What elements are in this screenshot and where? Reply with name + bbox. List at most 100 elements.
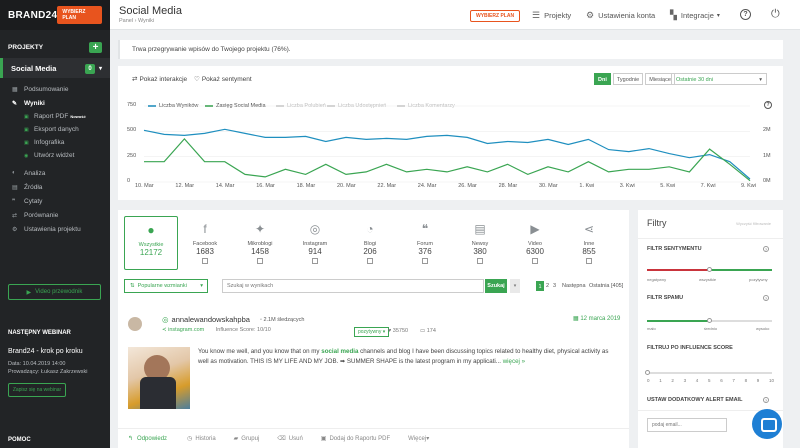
- folder-icon: ▰: [233, 436, 239, 442]
- nav-project-settings[interactable]: ⚙ Ustawienia projektu: [0, 222, 110, 236]
- help-icon[interactable]: ?: [763, 397, 769, 403]
- category-wszystkie[interactable]: ● Wszystkie 12172: [124, 216, 178, 270]
- webinar-heading: NASTĘPNY WEBINAR: [8, 330, 71, 336]
- video-icon: ▶: [530, 222, 540, 236]
- reply-icon: ↰: [128, 436, 134, 442]
- category-forum[interactable]: ❝ Forum 376: [398, 216, 452, 270]
- widget-icon: ◉: [24, 152, 29, 159]
- sentiment-select[interactable]: pozytywny ▾: [354, 327, 390, 337]
- integrations-menu[interactable]: ▚ Integracje ▾: [670, 10, 720, 21]
- help-icon[interactable]: ?: [763, 246, 769, 252]
- nav-export[interactable]: ▣ Eksport danych: [0, 123, 110, 136]
- category-facebook[interactable]: f Facebook 1683: [178, 216, 232, 270]
- sort-select[interactable]: ⇅ Popularne wzmianki ▾: [124, 279, 208, 293]
- series-line-1[interactable]: [144, 137, 751, 182]
- chat-icon[interactable]: [752, 409, 782, 439]
- page-2[interactable]: 2: [546, 281, 549, 291]
- alert-email-input[interactable]: podaj email...: [647, 418, 727, 432]
- search-options-icon[interactable]: ▾: [510, 279, 520, 293]
- rss-icon: ◔: [366, 222, 374, 236]
- nav-infographic[interactable]: ▣ Infografika: [0, 136, 110, 149]
- category-checkbox[interactable]: [422, 258, 428, 264]
- nav-widget[interactable]: ◉ Utwórz widżet: [0, 149, 110, 162]
- category-checkbox[interactable]: [257, 258, 263, 264]
- sources-icon: ▤: [12, 184, 18, 191]
- sentiment-slider-handle[interactable]: [707, 267, 712, 272]
- chevron-down-icon: ▾: [716, 13, 720, 19]
- webinar-signup-button[interactable]: Zapisz się na webinar: [8, 383, 66, 397]
- breadcrumb[interactable]: Panel › Wyniki: [119, 18, 154, 24]
- history-button[interactable]: ◷ Historia: [187, 435, 216, 443]
- spam-slider-handle[interactable]: [707, 318, 712, 323]
- instagram-icon: ◎: [162, 315, 169, 324]
- category-video[interactable]: ▶ Video 6300: [508, 216, 562, 270]
- influence-slider-handle[interactable]: [645, 370, 650, 375]
- add-to-pdf-button[interactable]: ▣ Dodaj do Raportu PDF: [320, 435, 390, 443]
- category-blogi[interactable]: ◔ Blogi 206: [343, 216, 397, 270]
- help-icon[interactable]: ?: [740, 9, 751, 20]
- mention-source[interactable]: instagram.com: [168, 327, 204, 333]
- comments-count: ▭ 174: [420, 328, 436, 334]
- nav-quotes[interactable]: ❞ Cytaty: [0, 194, 110, 208]
- chart-help-icon[interactable]: ?: [764, 101, 772, 109]
- nav-summary[interactable]: ▦ Podsumowanie: [0, 82, 110, 96]
- sort-icon: ⇅: [130, 283, 135, 289]
- spam-filter-heading: FILTR SPAMU: [647, 295, 684, 301]
- category-instagram[interactable]: ◎ Instagram 914: [288, 216, 342, 270]
- video-guide-button[interactable]: ▶ Video przewodnik: [8, 284, 101, 300]
- category-checkbox[interactable]: [477, 258, 483, 264]
- avatar[interactable]: [128, 317, 142, 331]
- category-checkbox[interactable]: [367, 258, 373, 264]
- pdf-icon: ▣: [320, 436, 327, 442]
- mention-photo[interactable]: [128, 347, 190, 409]
- influence-tick: 3: [683, 378, 687, 383]
- brand-logo[interactable]: BRAND24: [8, 10, 57, 21]
- top-choose-plan-button[interactable]: WYBIERZ PLAN: [470, 10, 521, 22]
- projects-menu[interactable]: ☰ Projekty: [532, 10, 571, 21]
- influence-tick: 5: [708, 378, 711, 383]
- nav-results[interactable]: ✎ Wyniki: [0, 96, 110, 110]
- category-newsy[interactable]: ▤ Newsy 380: [453, 216, 507, 270]
- influence-score: Influence Score: 10/10: [215, 327, 271, 333]
- clear-filters-link[interactable]: Wyczyść filtrowanie: [736, 221, 771, 226]
- mention-author[interactable]: ◎ annalewandowskahpba ◦ 2.1M śledzących: [162, 315, 304, 324]
- influence-filter-heading: FILTRUJ PO INFLUENCE SCORE: [647, 345, 733, 351]
- page-1[interactable]: 1: [536, 281, 544, 291]
- power-icon[interactable]: ⏻: [771, 8, 780, 21]
- help-link[interactable]: POMOC: [8, 437, 31, 443]
- account-settings-menu[interactable]: ⚙ Ustawienia konta: [586, 10, 655, 21]
- help-icon[interactable]: ?: [763, 295, 769, 301]
- search-button[interactable]: Szukaj: [485, 279, 507, 293]
- category-checkbox[interactable]: [532, 258, 538, 264]
- more-link[interactable]: więcej »: [503, 358, 525, 365]
- pdf-icon: ▣: [24, 113, 29, 120]
- last-page[interactable]: Ostatnia [405]: [589, 281, 623, 291]
- chevron-down-icon[interactable]: ▾: [99, 66, 102, 72]
- influence-tick: 2: [671, 378, 674, 383]
- analysis-icon: ◐: [12, 170, 16, 176]
- add-project-button[interactable]: +: [89, 41, 102, 53]
- results-search-input[interactable]: Szukaj w wynikach: [222, 279, 484, 293]
- spam-label-mid: średnio: [704, 326, 718, 331]
- category-checkbox[interactable]: [586, 258, 592, 264]
- category-mikroblogi[interactable]: ✦ Mikroblogi 1458: [233, 216, 287, 270]
- choose-plan-button[interactable]: WYBIERZ PLAN: [57, 6, 102, 24]
- delete-button[interactable]: ⌫ Usuń: [277, 435, 303, 443]
- influence-slider[interactable]: [647, 372, 772, 374]
- instagram-icon: ◎: [309, 222, 321, 236]
- nav-compare[interactable]: ⇄ Porównanie: [0, 208, 110, 222]
- category-checkbox[interactable]: [312, 258, 318, 264]
- more-actions-button[interactable]: Więcej ▾: [408, 435, 429, 443]
- group-button[interactable]: ▰ Grupuj: [233, 435, 260, 443]
- category-inne[interactable]: ⋖ Inne 855: [562, 216, 616, 270]
- nav-analysis[interactable]: ◐ Analiza: [0, 166, 110, 180]
- nav-sources[interactable]: ▤ Źródła: [0, 180, 110, 194]
- next-page[interactable]: Następna: [562, 281, 586, 291]
- page-3[interactable]: 3: [553, 281, 556, 291]
- category-checkbox[interactable]: [202, 258, 208, 264]
- facebook-icon: f: [203, 222, 207, 236]
- project-item-social-media[interactable]: Social Media 0 ▾: [0, 58, 110, 78]
- email-alert-heading: USTAW DODATKOWY ALERT EMAIL: [647, 397, 743, 403]
- reply-button[interactable]: ↰ Odpowiedz: [128, 435, 167, 443]
- nav-pdf-report[interactable]: ▣ Raport PDF Nowość: [0, 110, 110, 123]
